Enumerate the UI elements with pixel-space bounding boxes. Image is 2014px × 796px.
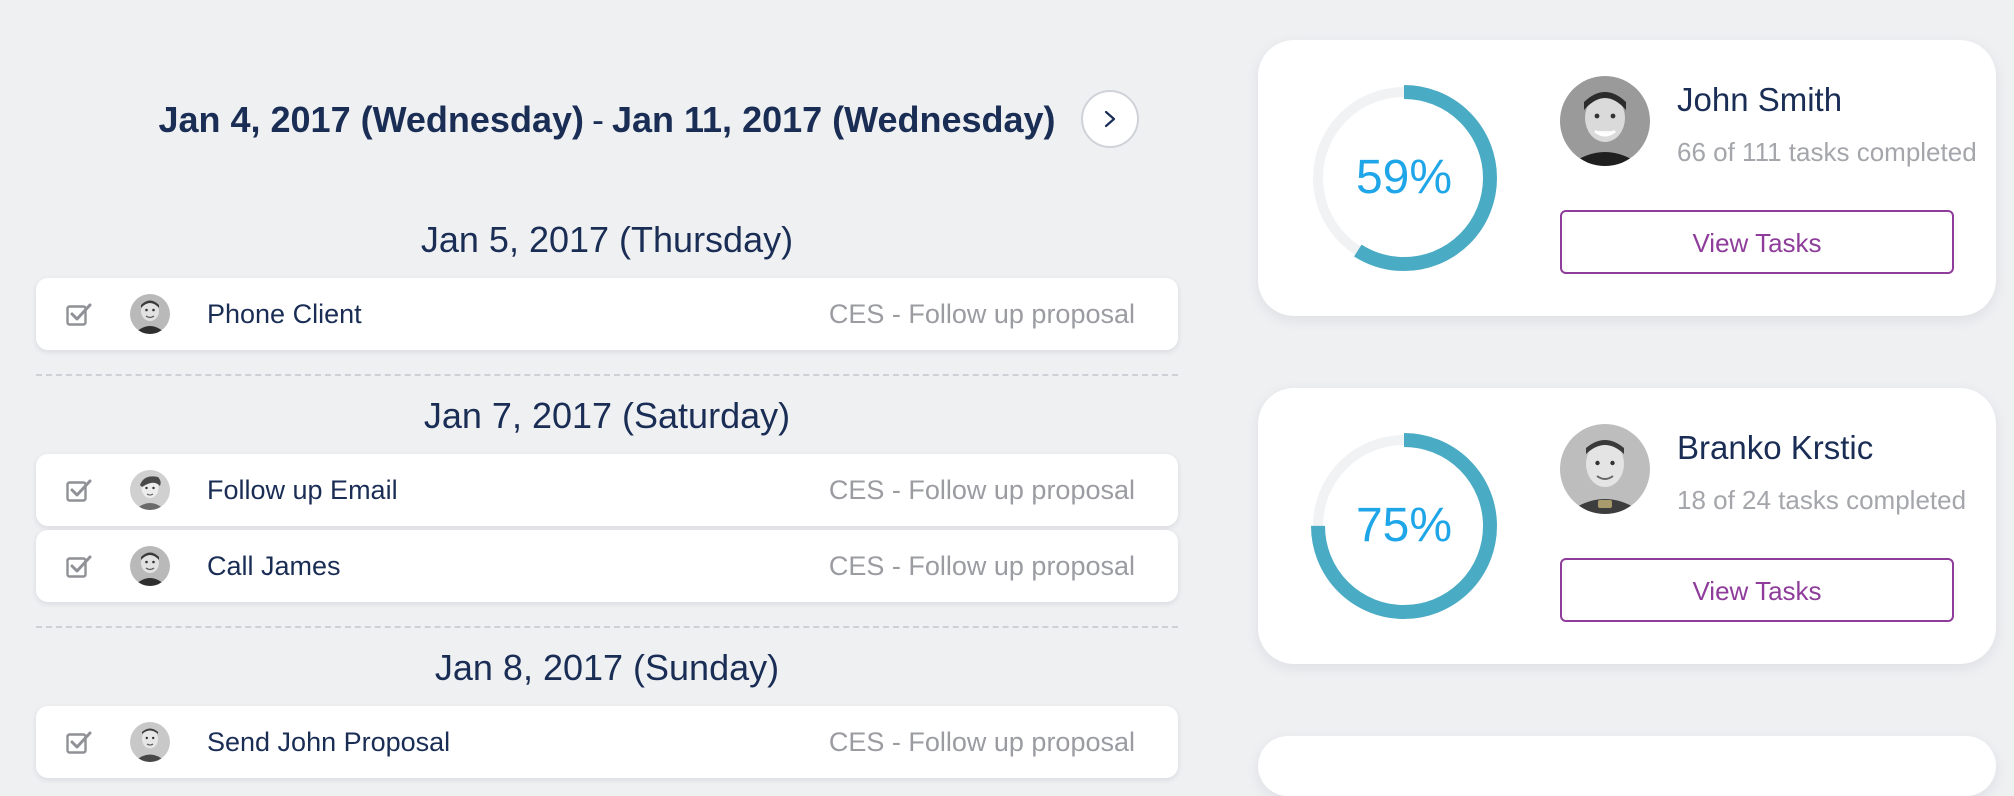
task-row[interactable]: Send John Proposal CES - Follow up propo… [36, 706, 1178, 778]
day-divider [36, 374, 1178, 376]
day-heading: Jan 7, 2017 (Saturday) [423, 395, 791, 436]
checkbox-checked-icon[interactable] [66, 730, 92, 754]
task-row[interactable]: Follow up Email CES - Follow up proposal [36, 454, 1178, 526]
task-project: CES - Follow up proposal [828, 299, 1135, 329]
avatar [1560, 76, 1650, 166]
task-row[interactable]: Call James CES - Follow up proposal [36, 530, 1178, 602]
day-heading: Jan 8, 2017 (Sunday) [434, 647, 780, 688]
task-name[interactable]: Follow up Email [207, 454, 398, 526]
avatar [1560, 424, 1650, 514]
day-heading: Jan 5, 2017 (Thursday) [420, 219, 794, 260]
progress-percent: 59% [1355, 151, 1453, 204]
range-end: Jan 11, 2017 (Wednesday) [611, 99, 1056, 140]
day-divider [36, 626, 1178, 628]
chevron-right-icon [1104, 110, 1116, 128]
member-card [1258, 736, 1996, 796]
task-project: CES - Follow up proposal [828, 475, 1135, 505]
task-project: CES - Follow up proposal [828, 551, 1135, 581]
member-progress-text: 66 of 111 tasks completed [1677, 137, 1977, 167]
member-name: Branko Krstic [1677, 429, 1874, 466]
view-tasks-button[interactable]: View Tasks [1560, 210, 1954, 274]
task-name[interactable]: Phone Client [207, 278, 362, 350]
task-name[interactable]: Send John Proposal [207, 706, 450, 778]
task-project: CES - Follow up proposal [828, 727, 1135, 757]
avatar [130, 470, 170, 510]
progress-donut: 59% [1309, 83, 1499, 273]
range-start: Jan 4, 2017 (Wednesday) [158, 99, 584, 140]
date-range-title: Jan 4, 2017 (Wednesday) - Jan 11, 2017 (We… [36, 88, 1178, 152]
member-name: John Smith [1677, 81, 1843, 118]
member-card: 75% Branko Krstic 18 of 24 tasks complet… [1258, 388, 1996, 664]
avatar [130, 294, 170, 334]
range-separator: - [591, 99, 604, 140]
avatar [130, 722, 170, 762]
checkbox-checked-icon[interactable] [66, 478, 92, 502]
progress-percent: 75% [1355, 499, 1453, 552]
date-range-header: Jan 4, 2017 (Wednesday) - Jan 11, 2017 (We… [36, 88, 1178, 152]
avatar [130, 546, 170, 586]
task-name[interactable]: Call James [207, 530, 341, 602]
member-progress-text: 18 of 24 tasks completed [1677, 485, 1967, 515]
checkbox-checked-icon[interactable] [66, 302, 92, 326]
progress-donut: 75% [1309, 431, 1499, 621]
view-tasks-button[interactable]: View Tasks [1560, 558, 1954, 622]
next-range-button[interactable] [1081, 90, 1139, 148]
task-row[interactable]: Phone Client CES - Follow up proposal [36, 278, 1178, 350]
checkbox-checked-icon[interactable] [66, 554, 92, 578]
member-card: 59% John Smith 66 of 111 tasks completed… [1258, 40, 1996, 316]
